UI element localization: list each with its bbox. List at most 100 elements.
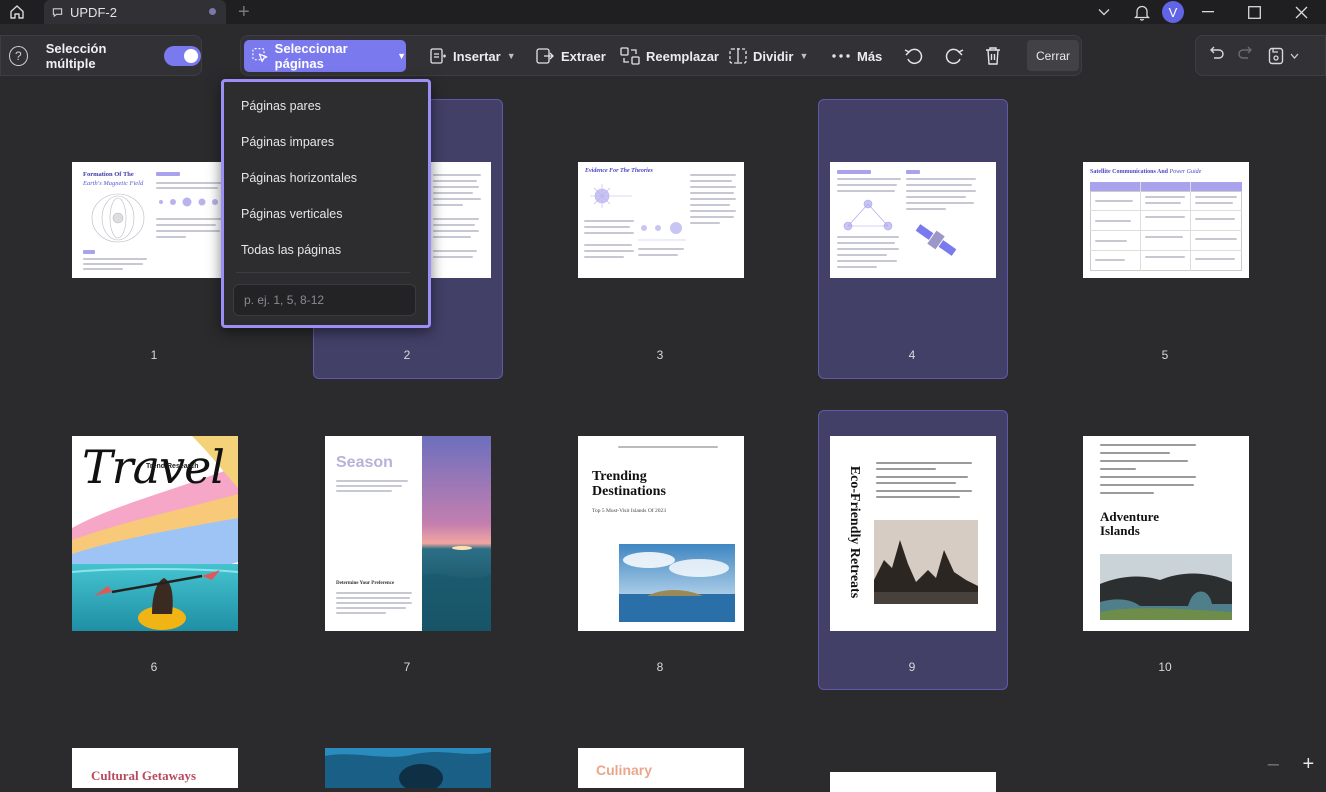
page-number: 3: [640, 348, 680, 362]
page-title: Satellite Communications And Power Guide: [1090, 169, 1201, 175]
maximize-icon[interactable]: [1232, 0, 1276, 24]
menu-item-even-pages[interactable]: Páginas pares: [241, 99, 321, 113]
bell-icon[interactable]: [1122, 0, 1162, 24]
extract-button[interactable]: Extraer: [535, 40, 606, 72]
page-subtitle: Trend Research: [146, 463, 199, 470]
page-title: Formation Of The: [83, 171, 134, 178]
sun-diagram-icon: [584, 180, 634, 214]
extract-icon: [535, 47, 555, 65]
page-thumbnail[interactable]: [830, 772, 996, 792]
replace-icon: [620, 47, 640, 65]
page-range-input[interactable]: [233, 284, 416, 316]
tab-title: UPDF-2: [70, 5, 117, 20]
select-pages-label: Seleccionar páginas: [275, 41, 391, 71]
page-thumbnail[interactable]: Adventure Islands: [1083, 436, 1249, 631]
rotate-right-icon[interactable]: [943, 40, 971, 72]
chevron-down-icon: [1290, 53, 1299, 59]
chevron-down-icon: ▼: [507, 51, 516, 61]
page-thumbnail[interactable]: [325, 748, 491, 788]
replace-label: Reemplazar: [646, 49, 719, 64]
planets-diagram: [638, 214, 686, 244]
page-organize-toolbar: ? Selección múltiple Seleccionar páginas…: [0, 32, 1326, 80]
magnetic-field-diagram: [82, 192, 154, 244]
page-number: 10: [1145, 660, 1185, 674]
underwater-photo: [325, 748, 491, 788]
document-tab[interactable]: UPDF-2: [44, 0, 226, 24]
page-number: 7: [387, 660, 427, 674]
select-pages-button[interactable]: Seleccionar páginas ▼: [244, 40, 406, 72]
satellite-icon: [912, 218, 960, 262]
page-number: 1: [134, 348, 174, 362]
multi-select-label: Selección múltiple: [46, 41, 152, 71]
page-thumbnail[interactable]: Trending Destinations Top 5 Must-Visit I…: [578, 436, 744, 631]
more-button[interactable]: Más: [831, 40, 882, 72]
page-thumbnail[interactable]: Eco-Friendly Retreats: [830, 436, 996, 631]
zoom-out-button[interactable]: –: [1268, 753, 1279, 776]
unsaved-dot-icon: [209, 8, 216, 15]
page-title: Evidence For The Theories: [585, 168, 653, 174]
replace-button[interactable]: Reemplazar: [620, 40, 719, 72]
page-subtitle: Top 5 Must-Visit Islands Of 2023: [592, 508, 666, 514]
page-number: 6: [134, 660, 174, 674]
comment-icon: [52, 6, 64, 18]
page-thumbnail[interactable]: Formation Of The Earth's Magnetic Field: [72, 162, 238, 278]
rotate-left-icon[interactable]: [903, 40, 931, 72]
insert-page-icon: [429, 47, 447, 65]
satellite-network-diagram: [840, 198, 896, 232]
save-icon[interactable]: [1268, 47, 1299, 65]
menu-item-landscape-pages[interactable]: Páginas horizontales: [241, 171, 357, 185]
redo-icon[interactable]: [1238, 46, 1254, 65]
menu-item-portrait-pages[interactable]: Páginas verticales: [241, 207, 342, 221]
page-number: 8: [640, 660, 680, 674]
page-title: Adventure Islands: [1100, 510, 1200, 537]
home-icon[interactable]: [6, 2, 28, 22]
avatar[interactable]: V: [1162, 1, 1184, 23]
page-thumbnail[interactable]: Satellite Communications And Power Guide: [1083, 162, 1249, 278]
add-tab-button[interactable]: +: [238, 1, 250, 24]
close-window-icon[interactable]: [1276, 0, 1326, 24]
page-subtitle: Earth's Magnetic Field: [83, 180, 143, 187]
rock-arch-photo: [1100, 554, 1232, 620]
chevron-down-icon[interactable]: [1086, 0, 1122, 24]
more-label: Más: [857, 49, 882, 64]
history-panel: [1195, 35, 1326, 76]
delete-icon[interactable]: [984, 40, 1008, 72]
multi-select-panel: ? Selección múltiple: [0, 35, 202, 76]
page-number: 5: [1145, 348, 1185, 362]
zoom-controls: – +: [1256, 746, 1326, 782]
split-label: Dividir: [753, 49, 793, 64]
page-thumbnail[interactable]: Cultural Getaways: [72, 748, 238, 788]
help-icon[interactable]: ?: [9, 46, 28, 66]
page-thumbnail[interactable]: Season Determine Your Preference: [325, 436, 491, 631]
page-title: Trending Destinations: [592, 470, 702, 499]
page-tools: Seleccionar páginas ▼ Insertar ▼ Extraer…: [240, 35, 1082, 76]
cursor-select-icon: [252, 47, 269, 65]
extract-label: Extraer: [561, 49, 606, 64]
page-thumbnail[interactable]: Evidence For The Theories: [578, 162, 744, 278]
page-title: Season: [336, 454, 393, 472]
undo-icon[interactable]: [1208, 46, 1224, 65]
multi-select-toggle[interactable]: [164, 46, 201, 66]
chevron-down-icon: ▼: [799, 51, 808, 61]
close-button[interactable]: Cerrar: [1027, 40, 1079, 71]
page-title: Eco-Friendly Retreats: [846, 456, 862, 608]
chevron-down-icon: ▼: [397, 51, 406, 61]
select-pages-dropdown: Páginas pares Páginas impares Páginas ho…: [221, 79, 431, 328]
page-title: Culinary: [596, 762, 652, 778]
menu-item-all-pages[interactable]: Todas las páginas: [241, 243, 341, 257]
page-thumbnail[interactable]: Culinary: [578, 748, 744, 788]
insert-button[interactable]: Insertar ▼: [429, 40, 516, 72]
minimize-icon[interactable]: [1184, 0, 1232, 24]
page-subtitle: Determine Your Preference: [336, 581, 394, 586]
island-photo: [619, 544, 735, 622]
more-dots-icon: [831, 53, 851, 59]
sea-stacks-photo: [874, 520, 978, 604]
page-number: 2: [387, 348, 427, 362]
menu-divider: [236, 272, 410, 273]
page-thumbnail[interactable]: [830, 162, 996, 278]
menu-item-odd-pages[interactable]: Páginas impares: [241, 135, 334, 149]
split-button[interactable]: Dividir ▼: [729, 40, 808, 72]
zoom-in-button[interactable]: +: [1303, 753, 1315, 776]
page-thumbnail[interactable]: Travel Trend Research: [72, 436, 238, 631]
sunset-ocean-photo: [422, 436, 491, 631]
